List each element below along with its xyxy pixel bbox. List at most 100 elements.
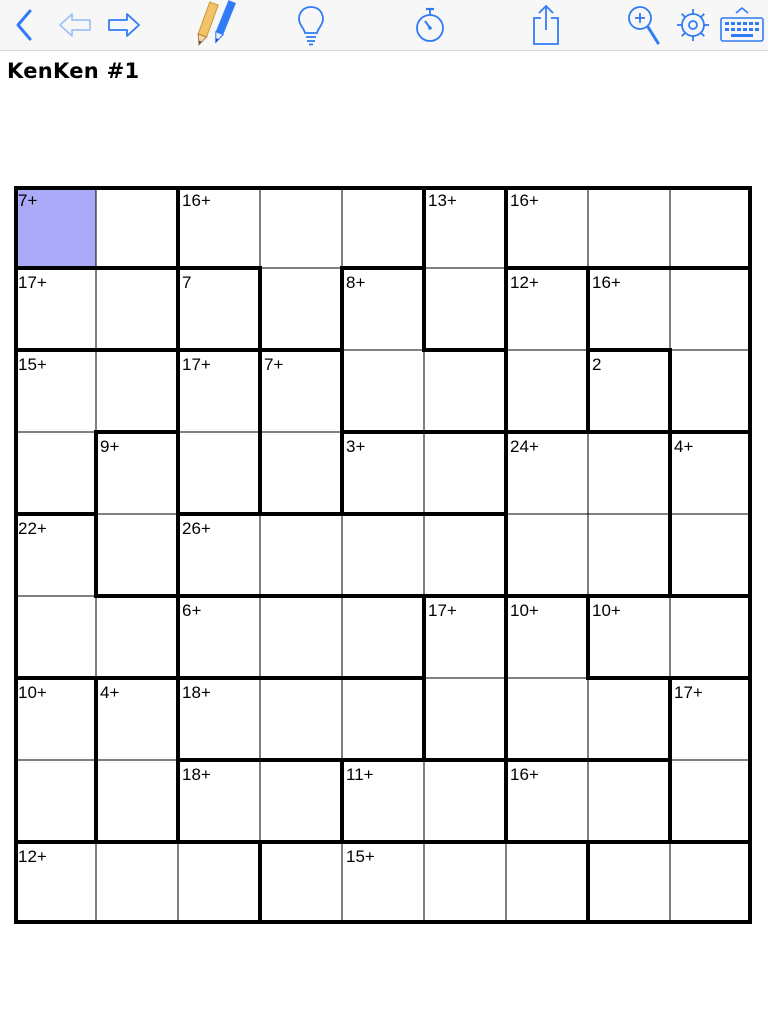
grid-cell-r6c6[interactable]: 17+ xyxy=(424,596,506,678)
grid-cell-r3c9[interactable] xyxy=(670,350,752,432)
cage-clue: 7+ xyxy=(18,191,38,210)
grid-cell-r8c8[interactable] xyxy=(588,760,670,842)
grid-cell-r8c7[interactable]: 16+ xyxy=(506,760,588,842)
grid-cell-r5c9[interactable] xyxy=(670,514,752,596)
zoom-button[interactable] xyxy=(624,0,664,50)
grid-cell-r6c3[interactable]: 6+ xyxy=(178,596,260,678)
grid-cell-r1c5[interactable] xyxy=(342,186,424,268)
grid-cell-r5c3[interactable]: 26+ xyxy=(178,514,260,596)
grid-cell-r4c2[interactable]: 9+ xyxy=(96,432,178,514)
grid-cell-r5c4[interactable] xyxy=(260,514,342,596)
grid-cell-r4c3[interactable] xyxy=(178,432,260,514)
grid-cell-r9c5[interactable]: 15+ xyxy=(342,842,424,924)
grid-cell-r8c1[interactable] xyxy=(14,760,96,842)
grid-cell-r4c7[interactable]: 24+ xyxy=(506,432,588,514)
grid-cell-r6c9[interactable] xyxy=(670,596,752,678)
grid-cell-r9c9[interactable] xyxy=(670,842,752,924)
undo-button[interactable] xyxy=(54,0,96,50)
grid-cell-r4c6[interactable] xyxy=(424,432,506,514)
grid-cell-r5c6[interactable] xyxy=(424,514,506,596)
grid-cell-r4c4[interactable] xyxy=(260,432,342,514)
grid-cell-r5c1[interactable]: 22+ xyxy=(14,514,96,596)
redo-button[interactable] xyxy=(103,0,145,50)
settings-button[interactable] xyxy=(673,0,713,50)
cage-clue: 13+ xyxy=(428,191,457,210)
cage-clue: 16+ xyxy=(510,191,539,210)
grid-cell-r7c4[interactable] xyxy=(260,678,342,760)
grid-cell-r7c9[interactable]: 17+ xyxy=(670,678,752,760)
grid-cell-r6c7[interactable]: 10+ xyxy=(506,596,588,678)
grid-cell-r4c9[interactable]: 4+ xyxy=(670,432,752,514)
keyboard-icon xyxy=(720,6,764,42)
grid-cell-r1c6[interactable]: 13+ xyxy=(424,186,506,268)
grid-cell-r5c2[interactable] xyxy=(96,514,178,596)
grid-cell-r9c6[interactable] xyxy=(424,842,506,924)
grid-cell-r9c2[interactable] xyxy=(96,842,178,924)
gear-icon xyxy=(677,9,709,41)
keyboard-button[interactable] xyxy=(718,0,766,50)
grid-cell-r4c8[interactable] xyxy=(588,432,670,514)
grid-cell-r6c5[interactable] xyxy=(342,596,424,678)
grid-cell-r2c5[interactable]: 8+ xyxy=(342,268,424,350)
grid-cell-r7c7[interactable] xyxy=(506,678,588,760)
grid-cell-r7c3[interactable]: 18+ xyxy=(178,678,260,760)
cage-clue: 16+ xyxy=(510,765,539,784)
grid-cell-r7c8[interactable] xyxy=(588,678,670,760)
grid-cell-r2c7[interactable]: 12+ xyxy=(506,268,588,350)
grid-cell-r9c4[interactable] xyxy=(260,842,342,924)
grid-cell-r6c4[interactable] xyxy=(260,596,342,678)
grid-cell-r8c5[interactable]: 11+ xyxy=(342,760,424,842)
pencil-mode-button[interactable] xyxy=(188,0,244,50)
grid-cell-r1c2[interactable] xyxy=(96,186,178,268)
share-button[interactable] xyxy=(526,0,566,50)
grid-cell-r3c6[interactable] xyxy=(424,350,506,432)
grid-cell-r2c9[interactable] xyxy=(670,268,752,350)
grid-cell-r1c1[interactable]: 7+ xyxy=(14,186,96,268)
grid-cell-r9c8[interactable] xyxy=(588,842,670,924)
grid-cell-r8c9[interactable] xyxy=(670,760,752,842)
grid-cell-r7c2[interactable]: 4+ xyxy=(96,678,178,760)
grid-cell-r5c7[interactable] xyxy=(506,514,588,596)
grid-cell-r6c2[interactable] xyxy=(96,596,178,678)
grid-cell-r5c5[interactable] xyxy=(342,514,424,596)
grid-cell-r2c2[interactable] xyxy=(96,268,178,350)
grid-cell-r7c1[interactable]: 10+ xyxy=(14,678,96,760)
hint-button[interactable] xyxy=(292,0,330,50)
timer-button[interactable] xyxy=(410,0,450,50)
grid-cell-r3c2[interactable] xyxy=(96,350,178,432)
grid-cell-r8c4[interactable] xyxy=(260,760,342,842)
grid-cell-r9c1[interactable]: 12+ xyxy=(14,842,96,924)
grid-cell-r9c7[interactable] xyxy=(506,842,588,924)
grid-cell-r2c4[interactable] xyxy=(260,268,342,350)
grid-cell-r3c4[interactable]: 7+ xyxy=(260,350,342,432)
grid-cell-r7c6[interactable] xyxy=(424,678,506,760)
grid-cell-r1c7[interactable]: 16+ xyxy=(506,186,588,268)
back-button[interactable] xyxy=(4,0,44,50)
grid-cell-r4c5[interactable]: 3+ xyxy=(342,432,424,514)
grid-cell-r4c1[interactable] xyxy=(14,432,96,514)
grid-cell-r3c3[interactable]: 17+ xyxy=(178,350,260,432)
grid-cell-r1c4[interactable] xyxy=(260,186,342,268)
grid-cell-r3c8[interactable]: 2 xyxy=(588,350,670,432)
grid-cell-r3c7[interactable] xyxy=(506,350,588,432)
grid-cell-r2c1[interactable]: 17+ xyxy=(14,268,96,350)
grid-cell-r1c8[interactable] xyxy=(588,186,670,268)
grid-cell-r1c9[interactable] xyxy=(670,186,752,268)
grid-cell-r6c1[interactable] xyxy=(14,596,96,678)
grid-cell-r2c3[interactable]: 7 xyxy=(178,268,260,350)
cage-clue: 15+ xyxy=(18,355,47,374)
grid-cell-r1c3[interactable]: 16+ xyxy=(178,186,260,268)
grid-cell-r6c8[interactable]: 10+ xyxy=(588,596,670,678)
grid-cell-r2c6[interactable] xyxy=(424,268,506,350)
grid-cell-r5c8[interactable] xyxy=(588,514,670,596)
grid-cell-r7c5[interactable] xyxy=(342,678,424,760)
grid-cell-r2c8[interactable]: 16+ xyxy=(588,268,670,350)
grid-cell-r3c5[interactable] xyxy=(342,350,424,432)
cage-clue: 12+ xyxy=(18,847,47,866)
grid-cell-r8c6[interactable] xyxy=(424,760,506,842)
grid-cell-r9c3[interactable] xyxy=(178,842,260,924)
grid-cell-r8c3[interactable]: 18+ xyxy=(178,760,260,842)
grid-cell-r8c2[interactable] xyxy=(96,760,178,842)
grid-cell-r3c1[interactable]: 15+ xyxy=(14,350,96,432)
cage-clue: 4+ xyxy=(674,437,694,456)
